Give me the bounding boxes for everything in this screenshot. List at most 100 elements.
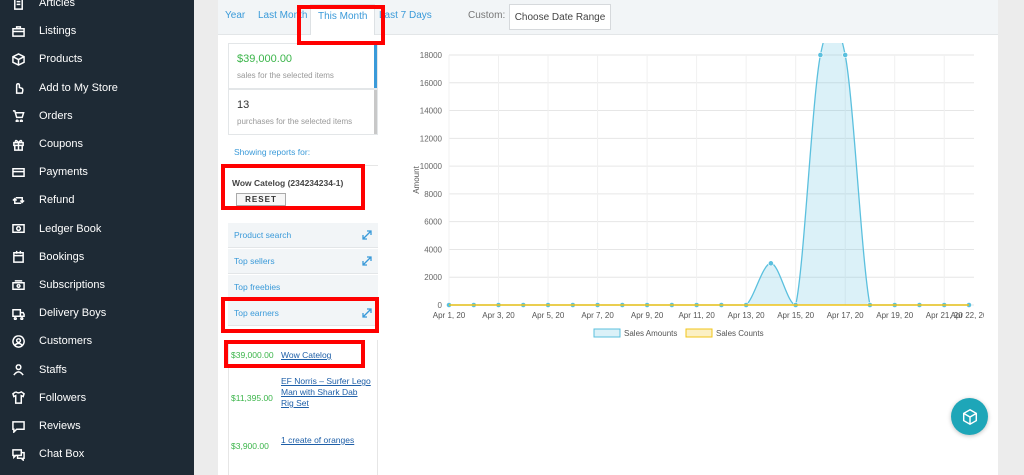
purchases-description: purchases for the selected items bbox=[237, 117, 353, 126]
earner-amount: $11,395.00 bbox=[231, 393, 273, 403]
sidebar-item-articles[interactable]: Articles bbox=[0, 0, 194, 17]
section-top-sellers[interactable]: Top sellers bbox=[228, 249, 378, 274]
expand-icon[interactable] bbox=[362, 308, 372, 318]
sales-stat-card: $39,000.00 sales for the selected items bbox=[228, 43, 378, 89]
box-icon bbox=[11, 52, 25, 66]
sidebar-item-label: Followers bbox=[39, 391, 87, 404]
user-circle-icon bbox=[11, 334, 25, 348]
sidebar-item-label: Bookings bbox=[39, 250, 85, 263]
earner-amount: $39,000.00 bbox=[231, 350, 274, 360]
sidebar-item-delivery-boys[interactable]: Delivery Boys bbox=[0, 299, 194, 327]
credit-card-icon bbox=[11, 165, 25, 179]
y-axis-label: Amount bbox=[412, 165, 421, 193]
sidebar-item-label: Ledger Book bbox=[39, 222, 102, 235]
y-tick-label: 8000 bbox=[424, 190, 442, 199]
y-tick-label: 16000 bbox=[420, 79, 443, 88]
section-top-freebies[interactable]: Top freebies bbox=[228, 275, 378, 300]
sidebar-item-label: Listings bbox=[39, 25, 77, 38]
earner-link[interactable]: 1 create of oranges bbox=[281, 435, 371, 446]
data-point bbox=[842, 52, 849, 58]
reports-panel: Year Last Month This Month Last 7 Days C… bbox=[218, 0, 998, 475]
sidebar-item-payments[interactable]: Payments bbox=[0, 158, 194, 186]
sidebar-item-add-to-my-store[interactable]: Add to My Store bbox=[0, 74, 194, 102]
sidebar-item-label: Refund bbox=[39, 194, 75, 207]
choose-date-range-button[interactable]: Choose Date Range bbox=[509, 4, 611, 30]
sidebar-item-label: Reviews bbox=[39, 420, 81, 432]
date-range-tabs: Year Last Month This Month Last 7 Days C… bbox=[218, 0, 998, 35]
section-top-earners[interactable]: Top earners bbox=[228, 301, 378, 326]
sidebar-item-coupons[interactable]: Coupons bbox=[0, 130, 194, 158]
gift-icon bbox=[11, 137, 25, 151]
expand-icon[interactable] bbox=[362, 230, 372, 240]
sidebar-item-reviews[interactable]: Reviews bbox=[0, 412, 194, 440]
floating-cube-button[interactable] bbox=[951, 398, 988, 435]
sales-value: $39,000.00 bbox=[237, 53, 293, 65]
legend-label: Sales Amounts bbox=[624, 329, 677, 338]
x-tick-label: Apr 17, 20 bbox=[827, 311, 864, 320]
earner-link[interactable]: EF Norris – Surfer Lego Man with Shark D… bbox=[281, 376, 371, 409]
money-icon bbox=[11, 222, 25, 236]
sidebar-item-followers[interactable]: Followers bbox=[0, 384, 194, 412]
cash-icon bbox=[11, 278, 25, 292]
earner-amount: $3,900.00 bbox=[231, 441, 269, 451]
shirt-icon bbox=[11, 391, 25, 405]
sales-description: sales for the selected items bbox=[237, 71, 334, 80]
sidebar-item-orders[interactable]: Orders bbox=[0, 102, 194, 130]
custom-label: Custom: bbox=[468, 10, 506, 21]
legend-label: Sales Counts bbox=[716, 329, 764, 338]
section-label: Product search bbox=[234, 230, 292, 240]
tab-year[interactable]: Year bbox=[225, 10, 245, 21]
retweet-icon bbox=[11, 193, 25, 207]
sidebar-item-label: Customers bbox=[39, 335, 93, 348]
comment-icon bbox=[11, 419, 25, 433]
tab-last-7-days[interactable]: Last 7 Days bbox=[379, 10, 432, 21]
purchases-indicator-bar bbox=[374, 90, 377, 134]
sidebar-item-label: Chat Box bbox=[39, 448, 85, 461]
sidebar-item-products[interactable]: Products bbox=[0, 45, 194, 73]
sidebar-item-subscriptions[interactable]: Subscriptions bbox=[0, 271, 194, 299]
sidebar-item-label: Payments bbox=[39, 166, 88, 179]
x-tick-label: Apr 9, 20 bbox=[631, 311, 664, 320]
sidebar-item-label: Articles bbox=[39, 0, 76, 9]
selected-product-name: Wow Catelog (234234234-1) bbox=[232, 178, 344, 188]
user-icon bbox=[11, 363, 25, 377]
x-tick-label: Apr 22, 20 bbox=[951, 311, 984, 320]
y-tick-label: 14000 bbox=[420, 107, 443, 116]
tab-this-month[interactable]: This Month bbox=[310, 4, 376, 35]
y-tick-label: 12000 bbox=[420, 134, 443, 143]
sidebar-item-label: Staffs bbox=[39, 363, 67, 376]
expand-icon[interactable] bbox=[362, 256, 372, 266]
x-tick-label: Apr 11, 20 bbox=[678, 311, 715, 320]
sidebar-item-customers[interactable]: Customers bbox=[0, 327, 194, 355]
tab-last-month[interactable]: Last Month bbox=[258, 10, 307, 21]
x-tick-label: Apr 1, 20 bbox=[433, 311, 466, 320]
x-tick-label: Apr 7, 20 bbox=[581, 311, 614, 320]
legend-swatch bbox=[685, 328, 713, 338]
sidebar-item-label: Delivery Boys bbox=[39, 307, 107, 320]
section-product-search[interactable]: Product search bbox=[228, 223, 378, 248]
sidebar-item-staffs[interactable]: Staffs bbox=[0, 356, 194, 384]
main-area: Year Last Month This Month Last 7 Days C… bbox=[194, 0, 1024, 475]
truck-icon bbox=[11, 306, 25, 320]
section-label: Top earners bbox=[234, 308, 279, 318]
sidebar: Articles Listings Products Add to My Store O… bbox=[0, 0, 194, 475]
cart-icon bbox=[11, 109, 25, 123]
earner-link[interactable]: Wow Catelog bbox=[281, 350, 371, 361]
reset-button[interactable]: RESET bbox=[236, 193, 286, 206]
purchases-value: 13 bbox=[237, 99, 250, 111]
top-earners-list: $39,000.00 Wow Catelog $11,395.00 EF Nor… bbox=[228, 340, 378, 475]
sales-indicator-bar bbox=[374, 44, 377, 88]
sidebar-item-chat-box[interactable]: Chat Box bbox=[0, 440, 194, 468]
sidebar-item-bookings[interactable]: Bookings bbox=[0, 243, 194, 271]
y-tick-label: 18000 bbox=[420, 51, 443, 60]
x-tick-label: Apr 3, 20 bbox=[482, 311, 515, 320]
x-tick-label: Apr 5, 20 bbox=[532, 311, 565, 320]
sidebar-item-listings[interactable]: Listings bbox=[0, 17, 194, 45]
legend-swatch bbox=[593, 328, 621, 338]
showing-reports-label: Showing reports for: bbox=[234, 147, 311, 157]
y-tick-label: 0 bbox=[438, 301, 443, 310]
sidebar-item-label: Orders bbox=[39, 109, 73, 122]
sidebar-item-ledger-book[interactable]: Ledger Book bbox=[0, 215, 194, 243]
sidebar-item-refund[interactable]: Refund bbox=[0, 186, 194, 214]
hand-pointer-icon bbox=[11, 81, 25, 95]
